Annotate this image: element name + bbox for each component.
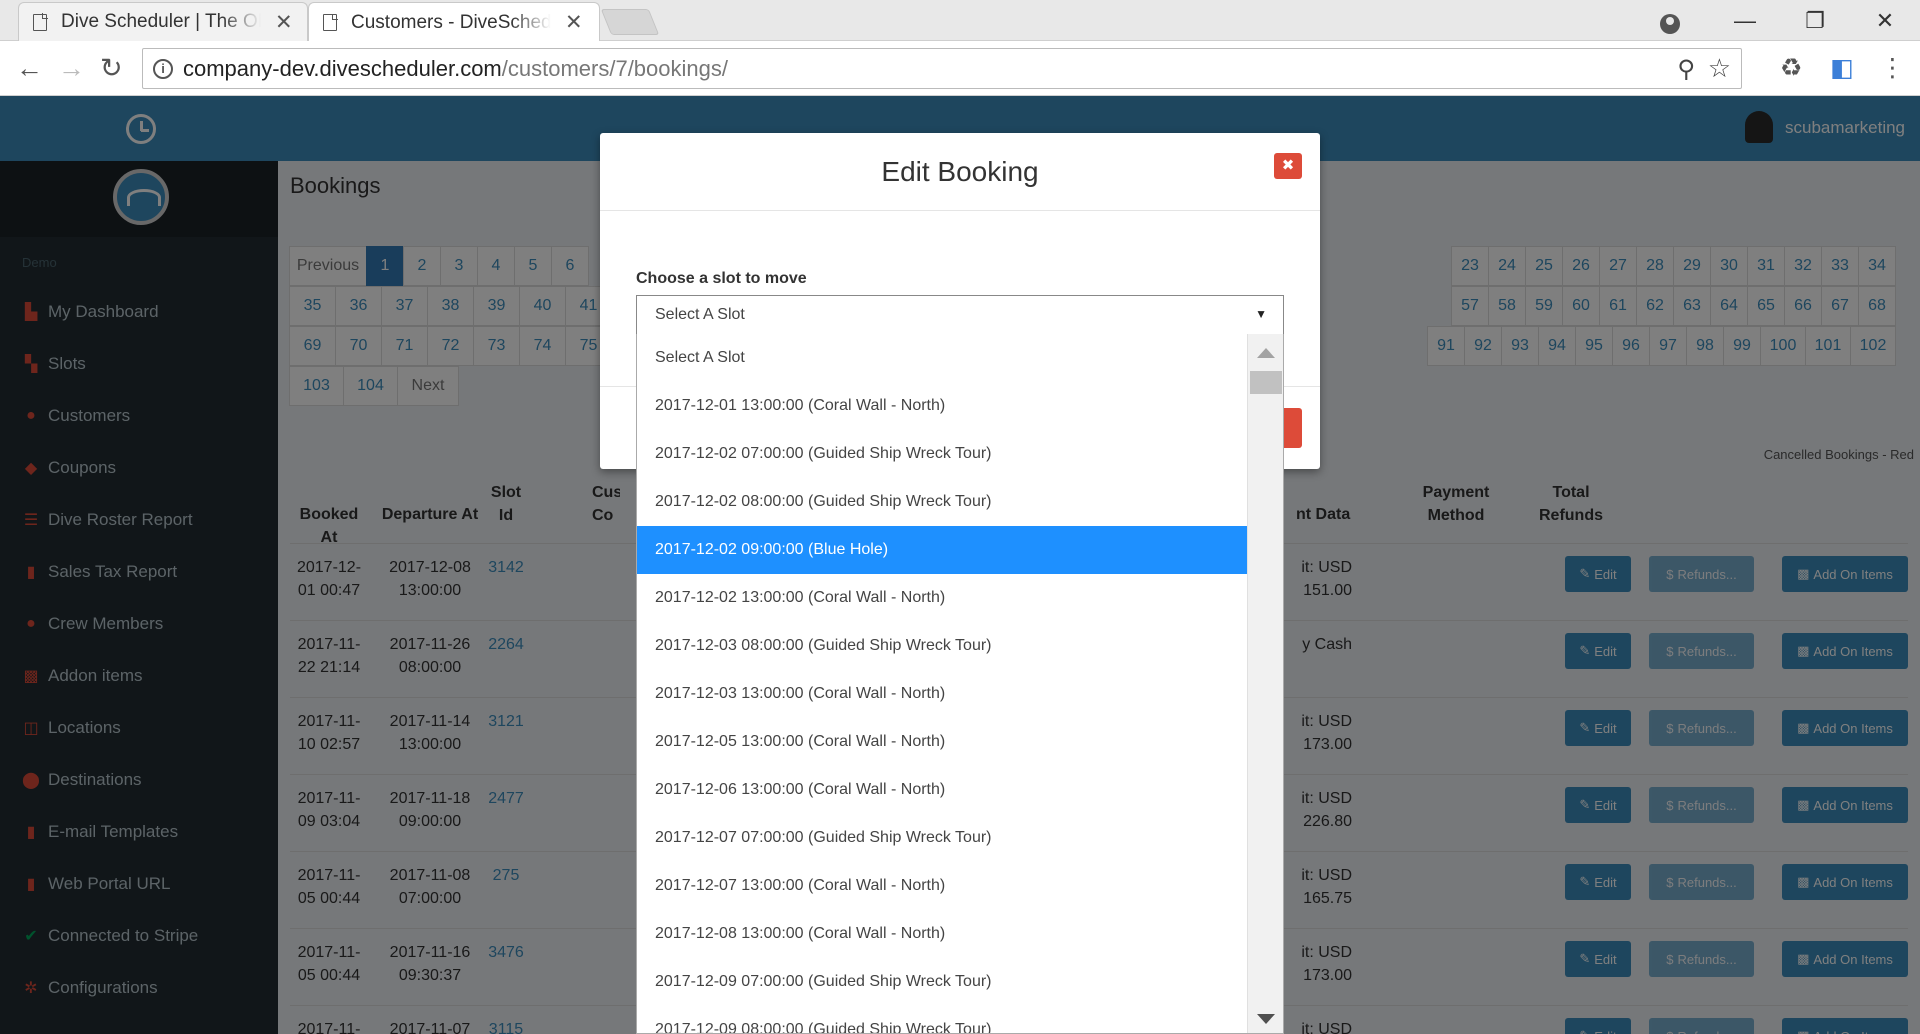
modal-header: Edit Booking ✖ [600,133,1320,211]
slot-option[interactable]: 2017-12-01 13:00:00 (Coral Wall - North) [637,382,1248,430]
scroll-thumb[interactable] [1250,371,1282,394]
back-icon[interactable]: ← [16,53,43,83]
dropdown-options: Select A Slot 2017-12-01 13:00:00 (Coral … [637,334,1283,1033]
window-controls: — ❐ ✕ [1710,0,1920,41]
scroll-up-arrow-icon[interactable] [1257,348,1275,358]
page-icon [33,13,48,31]
address-bar[interactable]: i company-dev.divescheduler.com/customer… [142,48,1742,89]
url-path: /customers/7/bookings/ [501,56,728,81]
tab-close-icon[interactable]: ✕ [275,10,293,35]
tab-title: Dive Scheduler | The ONLINE [61,11,261,32]
reload-icon[interactable]: ↻ [100,53,123,83]
forward-icon[interactable]: → [58,53,85,83]
browser-tab-dive-scheduler[interactable]: Dive Scheduler | The ONLINE ✕ [18,2,308,41]
slot-option[interactable]: 2017-12-02 08:00:00 (Guided Ship Wreck T… [637,478,1248,526]
slot-option[interactable]: 2017-12-05 13:00:00 (Coral Wall - North) [637,718,1248,766]
browser-tabstrip: Dive Scheduler | The ONLINE ✕ Customers … [0,0,1920,42]
slot-option[interactable]: 2017-12-08 13:00:00 (Coral Wall - North) [637,910,1248,958]
slot-option[interactable]: 2017-12-03 13:00:00 (Coral Wall - North) [637,670,1248,718]
slot-option[interactable]: 2017-12-09 08:00:00 (Guided Ship Wreck T… [637,1006,1248,1033]
url-host: company-dev.divescheduler.com [183,56,502,81]
scroll-down-arrow-icon[interactable] [1257,1014,1275,1024]
slot-option[interactable]: Select A Slot [637,334,1248,382]
url-text: company-dev.divescheduler.com/customers/… [183,56,728,82]
slot-option[interactable]: 2017-12-07 13:00:00 (Coral Wall - North) [637,862,1248,910]
slot-option[interactable]: 2017-12-06 13:00:00 (Coral Wall - North) [637,766,1248,814]
browser-tab-customers[interactable]: Customers - DiveScheduler ✕ [308,2,600,42]
slot-option[interactable]: 2017-12-02 07:00:00 (Guided Ship Wreck T… [637,430,1248,478]
slot-select[interactable]: Select A Slot ▼ [636,295,1284,335]
page-icon [323,13,338,31]
slot-option[interactable]: 2017-12-02 09:00:00 (Blue Hole) [637,526,1248,574]
browser-toolbar: ← → ↻ i company-dev.divescheduler.com/cu… [0,41,1920,96]
info-icon[interactable]: i [153,59,173,79]
zoom-icon[interactable]: ⚲ [1677,55,1695,84]
slot-option[interactable]: 2017-12-02 13:00:00 (Coral Wall - North) [637,574,1248,622]
slot-option[interactable]: 2017-12-09 07:00:00 (Guided Ship Wreck T… [637,958,1248,1006]
slot-option[interactable]: 2017-12-03 08:00:00 (Guided Ship Wreck T… [637,622,1248,670]
slot-dropdown-list: Select A Slot 2017-12-01 13:00:00 (Coral … [636,334,1284,1034]
new-tab-button[interactable] [600,9,660,35]
slot-option[interactable]: 2017-12-07 07:00:00 (Guided Ship Wreck T… [637,814,1248,862]
profile-icon[interactable] [1660,14,1680,34]
bookmark-star-icon[interactable]: ☆ [1708,53,1731,84]
close-icon[interactable]: ✖ [1274,153,1302,179]
tab-title: Customers - DiveScheduler [351,11,551,33]
dropdown-scrollbar[interactable] [1247,334,1283,1033]
app: scubamarketing Demo ▙My Dashboard▚Slots●… [0,96,1920,1034]
extension-icon[interactable]: ◧ [1830,53,1854,83]
caret-down-icon: ▼ [1255,307,1267,321]
slot-select-label: Choose a slot to move [636,270,807,287]
minimize-button[interactable]: — [1710,8,1780,34]
menu-icon[interactable]: ⋮ [1880,53,1905,83]
slot-select-value: Select A Slot [655,306,745,323]
close-window-button[interactable]: ✕ [1850,8,1920,34]
modal-title: Edit Booking [881,156,1039,187]
restore-button[interactable]: ❐ [1780,8,1850,34]
tab-close-icon[interactable]: ✕ [565,10,583,35]
recycle-extension-icon[interactable]: ♻ [1780,53,1802,83]
